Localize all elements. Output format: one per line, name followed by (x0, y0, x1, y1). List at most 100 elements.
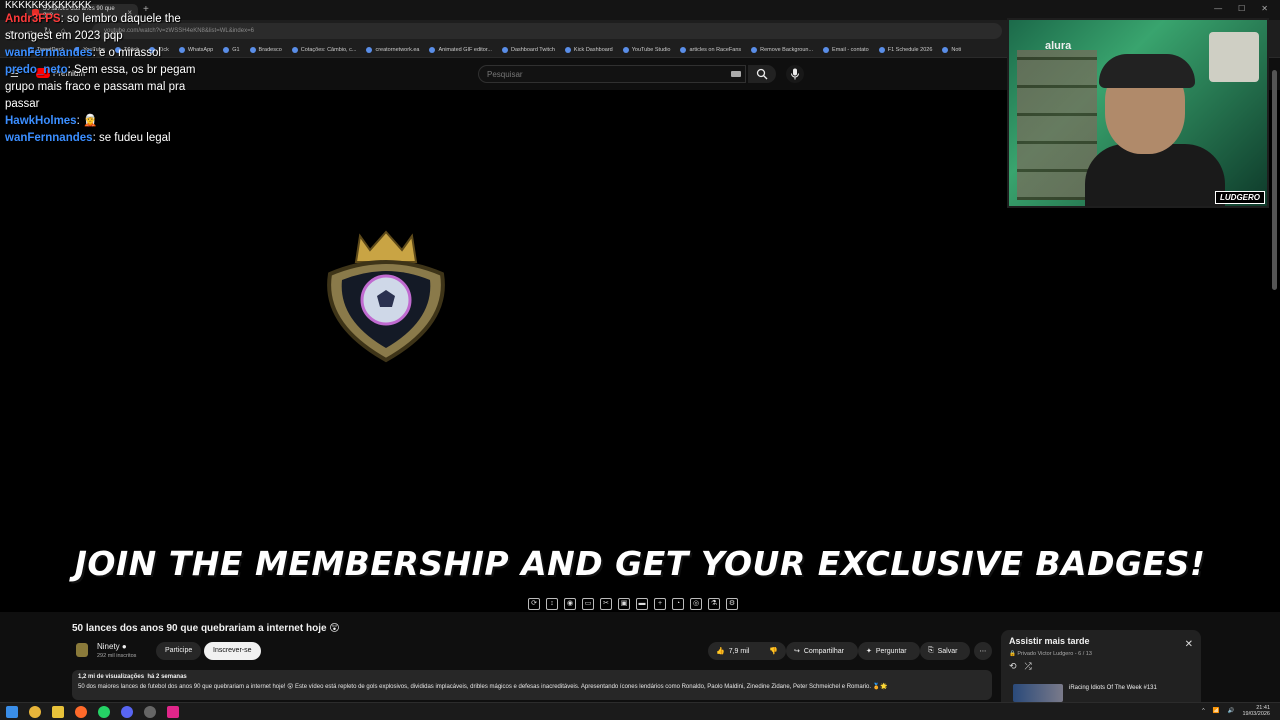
bookmark-favicon-icon (501, 46, 508, 53)
app-icon[interactable] (75, 706, 87, 718)
bookmark-item[interactable]: Animated GIF editor... (429, 46, 492, 53)
chrome-icon[interactable] (29, 706, 41, 718)
subscribe-button[interactable]: Inscrever-se (204, 642, 261, 660)
search-button[interactable] (748, 65, 776, 83)
network-icon[interactable]: 📶 (1213, 708, 1220, 714)
membership-banner: JOIN THE MEMBERSHIP AND GET YOUR EXCLUSI… (74, 544, 1206, 583)
bookmark-favicon-icon (751, 46, 758, 53)
share-icon: ↪ (794, 648, 800, 655)
chat-username[interactable]: wanFernnandes (5, 132, 93, 144)
add-icon[interactable]: + (654, 598, 666, 610)
bookmark-favicon-icon (249, 46, 256, 53)
bookmark-label: Bradesco (258, 46, 282, 53)
playlist-controls: ⟲ ⤮ (1009, 661, 1193, 672)
settings-gear-icon[interactable]: ⚙ (726, 598, 738, 610)
chat-username[interactable]: wanFernnandes (5, 47, 93, 59)
speed-icon[interactable]: ◔ (672, 598, 684, 610)
ask-label: Perguntar (875, 647, 907, 655)
sort-icon[interactable]: ↕ (546, 598, 558, 610)
theater-icon[interactable]: ▬ (636, 598, 648, 610)
bookmark-item[interactable]: articles on RaceFans (680, 46, 741, 53)
crt-monitor (1209, 32, 1259, 82)
minimize-icon[interactable]: — (1214, 4, 1222, 13)
chat-text: : e o mirassol (92, 47, 161, 59)
chat-username[interactable]: Andr3FPS (5, 13, 61, 25)
keyboard-icon[interactable] (731, 71, 741, 77)
search-input[interactable]: Pesquisar (478, 65, 746, 83)
obs-icon[interactable] (144, 706, 156, 718)
lab-icon[interactable]: ⚗ (708, 598, 720, 610)
clock[interactable]: 21:41 19/03/2026 (1242, 705, 1270, 717)
bookmark-favicon-icon (223, 46, 230, 53)
channel-name[interactable]: Ninety ● (97, 642, 127, 651)
more-actions-icon[interactable]: ⋯ (974, 642, 992, 660)
bookmark-item[interactable]: Noti (942, 46, 962, 53)
chat-text: KKKKKKKKKKKKK (5, 0, 92, 11)
cast-icon[interactable]: ▭ (582, 598, 594, 610)
bookmark-favicon-icon (622, 46, 629, 53)
maximize-icon[interactable]: ☐ (1238, 4, 1245, 13)
video-title: 50 lances dos anos 90 que quebrariam a i… (72, 623, 340, 634)
bookmark-item[interactable]: Email - contato (823, 46, 869, 53)
chat-username[interactable]: predo_neto (5, 64, 68, 76)
folder-icon[interactable] (52, 706, 64, 718)
whatsapp-icon[interactable] (98, 706, 110, 718)
bookmark-item[interactable]: creatornetwork.ea (366, 46, 419, 53)
subscriber-count: 292 mil inscritos (97, 653, 137, 659)
share-label: Compartilhar (803, 647, 844, 655)
media-app-icon[interactable] (167, 706, 179, 718)
chat-message: wanFernnandes: e o mirassol (5, 45, 210, 62)
chat-message: predo_neto: Sem essa, os br pegam grupo … (5, 62, 210, 113)
playlist-item[interactable]: iRacing Idiots Of The Week #131 (1013, 684, 1179, 702)
bookmark-favicon-icon (823, 46, 830, 53)
page-scrollbar[interactable] (1272, 70, 1277, 290)
bookmark-item[interactable]: Remove Backgroun... (751, 46, 814, 53)
chat-text: : se fudeu legal (92, 132, 171, 144)
crown-badge-icon (327, 230, 445, 363)
join-button[interactable]: Participe (156, 642, 202, 660)
bookmark-item[interactable]: YouTube Studio (622, 46, 671, 53)
clock-date: 19/03/2026 (1242, 711, 1270, 717)
bookmark-label: YouTube Studio (631, 46, 671, 53)
thumbs-down-icon[interactable]: 👎 (769, 647, 778, 655)
stream-chat-overlay: KKKKKKKKKKKKK Andr3FPS: so lembro daquele… (0, 0, 215, 147)
close-icon[interactable]: ✕ (1185, 639, 1193, 650)
windows-start-icon[interactable] (6, 706, 18, 718)
save-button[interactable]: ⎘ Salvar (920, 642, 970, 660)
shuffle-icon[interactable]: ⤮ (1025, 661, 1032, 672)
bookmark-item[interactable]: F1 Schedule 2026 (878, 46, 932, 53)
window-controls: — ☐ ✕ (1214, 4, 1268, 13)
ask-button[interactable]: ✦ Perguntar (858, 642, 920, 660)
bookmark-item[interactable]: Bradesco (249, 46, 282, 53)
broadcast-icon[interactable]: ◉ (564, 598, 576, 610)
share-button[interactable]: ↪ Compartilhar (786, 642, 858, 660)
loop-playlist-icon[interactable]: ⟲ (1009, 661, 1017, 672)
url-input[interactable]: youtube.com/watch?v=zWSSH4eKN8&list=WL&i… (92, 23, 1002, 39)
voice-search-button[interactable] (786, 65, 804, 83)
channel-avatar[interactable] (76, 643, 88, 657)
bookmark-label: Remove Backgroun... (760, 46, 814, 53)
bookmark-label: Noti (951, 46, 962, 53)
bookmark-item[interactable]: Cotações: Câmbio, c... (291, 46, 357, 53)
clip-icon[interactable]: ✂ (600, 598, 612, 610)
chat-username[interactable]: HawkHolmes (5, 115, 77, 127)
miniplayer-icon[interactable]: ▣ (618, 598, 630, 610)
bookmark-item[interactable]: Kick Dashboard (564, 46, 613, 53)
chat-message: KKKKKKKKKKKKK (5, 0, 210, 11)
bookmark-favicon-icon (429, 46, 436, 53)
verified-icon: ● (121, 642, 127, 651)
loop-icon[interactable]: ⟳ (528, 598, 540, 610)
chevron-up-icon[interactable]: ^ (1202, 708, 1205, 714)
bookmark-item[interactable]: Dashboard Twitch (501, 46, 555, 53)
bookmark-label: Cotações: Câmbio, c... (300, 46, 357, 53)
bookmark-item[interactable]: G1 (223, 46, 240, 53)
discord-icon[interactable] (121, 706, 133, 718)
volume-icon[interactable]: 🔊 (1228, 708, 1235, 714)
bookmark-label: Kick Dashboard (573, 46, 613, 53)
description-box[interactable]: 1,2 mi de visualizações há 2 semanas 50 … (72, 670, 992, 700)
like-button[interactable]: 👍 7,9 mil 👎 (708, 642, 786, 660)
screenshot-icon[interactable]: ◎ (690, 598, 702, 610)
player-controls: ⟳ ↕ ◉ ▭ ✂ ▣ ▬ + ◔ ◎ ⚗ ⚙ (528, 598, 738, 610)
close-window-icon[interactable]: ✕ (1261, 4, 1268, 13)
taskbar-apps (6, 706, 179, 718)
